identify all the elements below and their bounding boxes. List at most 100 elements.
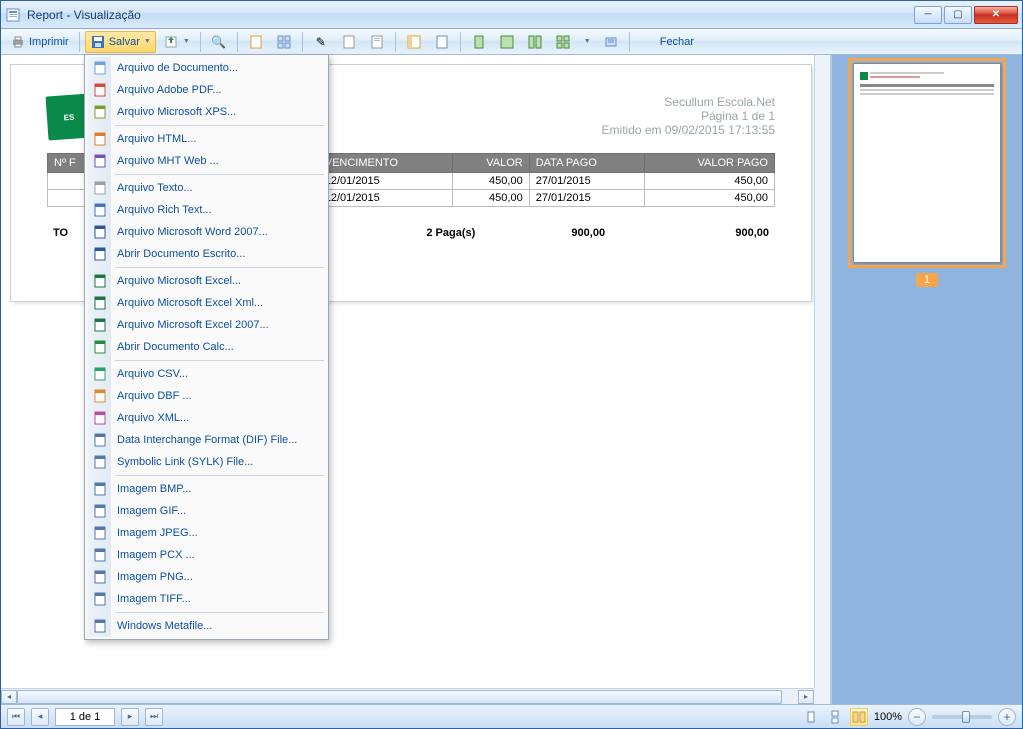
layout-btn-2[interactable]: [429, 31, 455, 53]
menu-item[interactable]: Arquivo HTML...: [87, 128, 326, 150]
menu-item[interactable]: Symbolic Link (SYLK) File...: [87, 451, 326, 473]
vertical-scrollbar[interactable]: [814, 55, 830, 688]
export-icon: [163, 34, 179, 50]
menu-item[interactable]: Arquivo Texto...: [87, 177, 326, 199]
col-valor: VALOR: [452, 154, 529, 173]
file-icon: [92, 503, 108, 519]
menu-item[interactable]: Arquivo XML...: [87, 407, 326, 429]
statusbar: ⏮ ◂ ▸ ⏭ 100% − +: [1, 704, 1022, 728]
menu-item[interactable]: Imagem GIF...: [87, 500, 326, 522]
minimize-button[interactable]: ─: [914, 6, 942, 24]
menu-item[interactable]: Arquivo Microsoft Excel...: [87, 270, 326, 292]
col-vencimento: VENCIMENTO: [318, 154, 452, 173]
report-emitted: Emitido em 09/02/2015 17:13:55: [602, 123, 775, 137]
menu-item[interactable]: Data Interchange Format (DIF) File...: [87, 429, 326, 451]
last-page-button[interactable]: ⏭: [145, 708, 163, 726]
save-label: Salvar: [109, 36, 140, 48]
prev-page-button[interactable]: ◂: [31, 708, 49, 726]
scroll-left-button[interactable]: ◂: [1, 690, 17, 704]
tool-btn-3[interactable]: [271, 31, 297, 53]
menu-item[interactable]: Arquivo Adobe PDF...: [87, 79, 326, 101]
close-label: Fechar: [660, 36, 694, 48]
next-page-button[interactable]: ▸: [121, 708, 139, 726]
file-icon: [92, 180, 108, 196]
toolbar: Imprimir Salvar ▼ ▼ 🔍 ✎ ▼ Fechar: [1, 29, 1022, 55]
menu-item[interactable]: Imagem TIFF...: [87, 588, 326, 610]
horizontal-scrollbar[interactable]: ◂ ▸: [1, 688, 814, 704]
menu-item[interactable]: Arquivo Microsoft Word 2007...: [87, 221, 326, 243]
thumbnail-number: 1: [916, 273, 938, 287]
view3-icon: [527, 34, 543, 50]
doc-icon: [248, 34, 264, 50]
tool-btn-2[interactable]: [243, 31, 269, 53]
thumbnail-page-1[interactable]: [853, 63, 1001, 263]
menu-item[interactable]: Arquivo Rich Text...: [87, 199, 326, 221]
file-icon: [92, 131, 108, 147]
view-multi-icon[interactable]: [850, 708, 868, 726]
menu-item[interactable]: Arquivo CSV...: [87, 363, 326, 385]
print-button[interactable]: Imprimir: [5, 31, 74, 53]
view-btn-2[interactable]: [494, 31, 520, 53]
menu-item[interactable]: Imagem PNG...: [87, 566, 326, 588]
file-icon: [92, 591, 108, 607]
file-icon: [92, 246, 108, 262]
app-icon: [5, 7, 21, 23]
first-page-button[interactable]: ⏮: [7, 708, 25, 726]
menu-item[interactable]: Abrir Documento Escrito...: [87, 243, 326, 265]
file-icon: [92, 339, 108, 355]
page-indicator-input[interactable]: [55, 708, 115, 726]
close-menu-button[interactable]: Fechar: [655, 31, 699, 53]
view-btn-1[interactable]: [466, 31, 492, 53]
zoom-out-button[interactable]: −: [908, 708, 926, 726]
menu-item[interactable]: Windows Metafile...: [87, 615, 326, 637]
app-window: Report - Visualização ─ ▢ ✕ Imprimir Sal…: [0, 0, 1023, 729]
tool-btn-6[interactable]: [364, 31, 390, 53]
view-btn-3[interactable]: [522, 31, 548, 53]
chevron-down-icon: ▼: [144, 38, 151, 45]
menu-item[interactable]: Imagem JPEG...: [87, 522, 326, 544]
menu-item[interactable]: Imagem BMP...: [87, 478, 326, 500]
tool-btn-5[interactable]: [336, 31, 362, 53]
thumbnails-icon: [276, 34, 292, 50]
view2-icon: [499, 34, 515, 50]
file-icon: [92, 481, 108, 497]
maximize-button[interactable]: ▢: [944, 6, 972, 24]
file-icon: [92, 569, 108, 585]
view-btn-4[interactable]: [550, 31, 576, 53]
file-icon: [92, 618, 108, 634]
view-single-icon[interactable]: [802, 708, 820, 726]
view1-icon: [471, 34, 487, 50]
menu-item[interactable]: Arquivo MHT Web ...: [87, 150, 326, 172]
thumbnail-panel: 1: [832, 55, 1022, 704]
file-icon: [92, 525, 108, 541]
menu-item[interactable]: Arquivo Microsoft Excel 2007...: [87, 314, 326, 336]
file-icon: [92, 410, 108, 426]
menu-item[interactable]: Imagem PCX ...: [87, 544, 326, 566]
scroll-right-button[interactable]: ▸: [798, 690, 814, 704]
file-icon: [92, 104, 108, 120]
layout-btn-1[interactable]: [401, 31, 427, 53]
report-pageinfo: Página 1 de 1: [602, 109, 775, 123]
menu-item[interactable]: Arquivo Microsoft Excel Xml...: [87, 292, 326, 314]
view-btn-5[interactable]: ▼: [578, 31, 596, 53]
zoom-slider[interactable]: [932, 715, 992, 719]
zoom-in-button[interactable]: +: [998, 708, 1016, 726]
file-icon: [92, 317, 108, 333]
view4-icon: [555, 34, 571, 50]
save-button[interactable]: Salvar ▼: [85, 31, 156, 53]
file-icon: [92, 295, 108, 311]
report-app: Secullum Escola.Net: [602, 95, 775, 109]
close-button[interactable]: ✕: [974, 6, 1018, 24]
menu-item[interactable]: Arquivo DBF ...: [87, 385, 326, 407]
menu-item[interactable]: Arquivo de Documento...: [87, 57, 326, 79]
view-btn-6[interactable]: [598, 31, 624, 53]
col-datapago: DATA PAGO: [529, 154, 644, 173]
export-button[interactable]: ▼: [158, 31, 195, 53]
file-icon: [92, 202, 108, 218]
menu-item[interactable]: Arquivo Microsoft XPS...: [87, 101, 326, 123]
tool-btn-1[interactable]: 🔍: [206, 31, 232, 53]
menu-item[interactable]: Abrir Documento Calc...: [87, 336, 326, 358]
find-icon: 🔍: [211, 34, 227, 50]
view-cont-icon[interactable]: [826, 708, 844, 726]
tool-btn-4[interactable]: ✎: [308, 31, 334, 53]
